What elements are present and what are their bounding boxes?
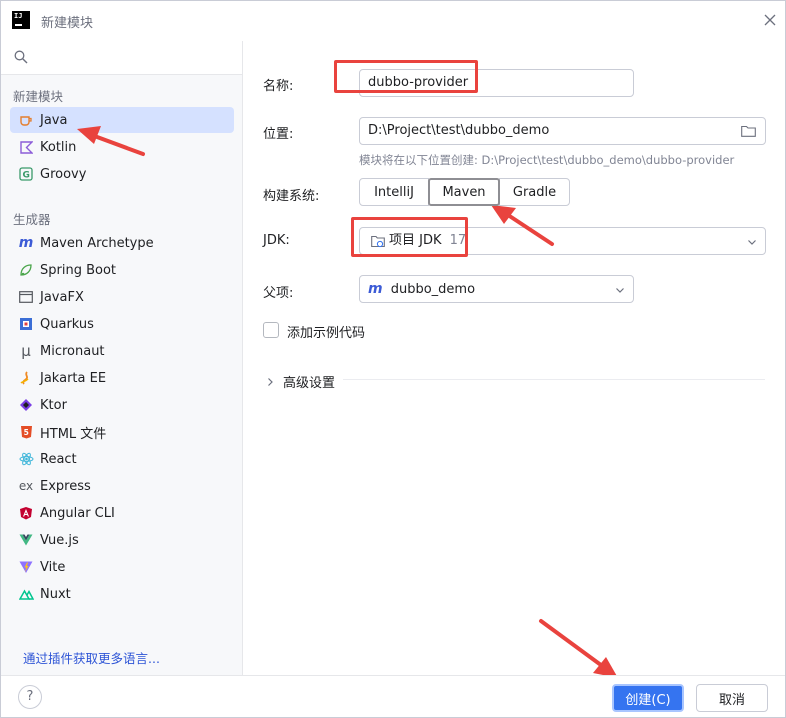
close-button[interactable] [759,9,781,31]
sidebar-item-angular-cli[interactable]: Angular CLI [10,500,234,526]
get-more-plugins-link[interactable]: 通过插件获取更多语言... [23,648,160,667]
html5-icon: 5 [18,424,34,440]
maven-icon: m [368,281,383,297]
sidebar-item-vite[interactable]: Vite [10,554,234,580]
advanced-settings-label: 高级设置 [283,376,336,391]
name-label: 名称: [263,79,294,94]
window-title: 新建模块 [41,16,94,31]
sidebar-item-label: Vite [40,559,66,575]
ktor-icon [18,397,34,413]
sidebar-search [1,41,242,75]
help-button[interactable]: ? [18,685,42,709]
search-icon [14,50,28,64]
annotation-box-name [334,60,478,93]
angular-icon [18,505,34,521]
sidebar-item-label: Kotlin [40,139,77,155]
title-bar: IJ 新建模块 [1,1,785,41]
add-sample-code-label: 添加示例代码 [287,326,366,341]
search-input[interactable] [33,46,233,68]
kotlin-icon [18,139,34,155]
sidebar-item-nuxt[interactable]: Nuxt [10,581,234,607]
vue-icon [18,532,34,548]
new-module-dialog: IJ 新建模块 新建模块 Java Kotlin G Groovy 生成器 m … [0,0,786,718]
sidebar-item-quarkus[interactable]: Quarkus [10,311,234,337]
sidebar-item-javafx[interactable]: JavaFX [10,284,234,310]
window-icon [18,289,34,305]
chevron-right-icon [268,377,273,386]
maven-icon: m [18,235,34,251]
sidebar-item-label: Jakarta EE [40,370,107,386]
build-option-maven[interactable]: Maven [428,178,500,206]
sidebar-item-label: Quarkus [40,316,94,332]
close-icon [764,14,776,26]
sidebar-item-label: Micronaut [40,343,105,359]
sidebar-item-label: React [40,451,77,467]
java-cup-icon [18,112,34,128]
parent-value: dubbo_demo [390,282,476,297]
annotation-box-jdk [351,217,468,257]
sidebar-item-label: Java [40,112,68,128]
sidebar-item-label: Ktor [40,397,67,413]
sidebar-item-label: Vue.js [40,532,79,548]
sidebar-item-label: Spring Boot [40,262,117,278]
sidebar-item-label: Maven Archetype [40,235,154,251]
sidebar-item-react[interactable]: React [10,446,234,472]
jdk-label: JDK: [263,233,290,248]
vite-icon [18,559,34,575]
quarkus-icon [18,316,34,332]
micronaut-icon: μ [21,342,31,360]
sidebar-item-label: HTML 文件 [40,426,107,442]
sidebar-item-label: Nuxt [40,586,71,602]
add-sample-code-checkbox[interactable] [263,322,279,338]
sidebar-item-label: Angular CLI [40,505,115,521]
parent-dropdown[interactable]: m dubbo_demo [359,275,634,303]
sidebar-item-kotlin[interactable]: Kotlin [10,134,234,160]
sidebar-item-label: Express [40,478,91,494]
sidebar-item-label: JavaFX [40,289,84,305]
location-label: 位置: [263,127,294,142]
build-system-label: 构建系统: [263,189,320,204]
groovy-icon: G [18,166,34,182]
spring-icon [18,262,34,278]
react-icon [18,451,34,467]
sidebar-item-html[interactable]: 5 HTML 文件 [10,419,234,445]
build-system-selector: IntelliJ Maven Gradle [359,178,570,206]
chevron-down-icon [616,288,624,293]
location-hint: 模块将在以下位置创建: D:\Project\test\dubbo_demo\d… [359,153,735,167]
folder-icon[interactable] [741,125,756,137]
sidebar-item-express[interactable]: ex Express [10,473,234,499]
sidebar-item-groovy[interactable]: G Groovy [10,161,234,187]
jakarta-icon [18,370,34,386]
sidebar-item-spring-boot[interactable]: Spring Boot [10,257,234,283]
sidebar-item-ktor[interactable]: Ktor [10,392,234,418]
sidebar-item-jakarta-ee[interactable]: Jakarta EE [10,365,234,391]
divider [343,379,765,380]
sidebar: 新建模块 Java Kotlin G Groovy 生成器 m Maven Ar… [1,41,243,675]
chevron-down-icon [748,240,756,245]
sidebar-item-vuejs[interactable]: Vue.js [10,527,234,553]
svg-text:G: G [23,171,30,181]
sidebar-item-java[interactable]: Java [10,107,234,133]
nuxt-icon [18,586,34,602]
parent-label: 父项: [263,286,294,301]
create-button[interactable]: 创建(C) [612,684,684,712]
location-input[interactable]: D:\Project\test\dubbo_demo [359,117,766,145]
sidebar-item-maven-archetype[interactable]: m Maven Archetype [10,230,234,256]
sidebar-item-micronaut[interactable]: μ Micronaut [10,338,234,364]
sidebar-item-label: Groovy [40,166,87,182]
express-icon: ex [18,479,34,493]
build-option-intellij[interactable]: IntelliJ [359,178,429,206]
intellij-logo-icon: IJ [12,11,30,29]
section-title-generators: 生成器 [13,212,51,227]
advanced-settings-toggle[interactable]: 高级设置 [265,372,335,391]
location-value: D:\Project\test\dubbo_demo [368,123,550,138]
svg-text:5: 5 [23,428,28,437]
section-title-new: 新建模块 [13,89,64,104]
cancel-button[interactable]: 取消 [696,684,768,712]
build-option-gradle[interactable]: Gradle [499,178,570,206]
dialog-footer: ? 创建(C) 取消 [1,675,785,717]
